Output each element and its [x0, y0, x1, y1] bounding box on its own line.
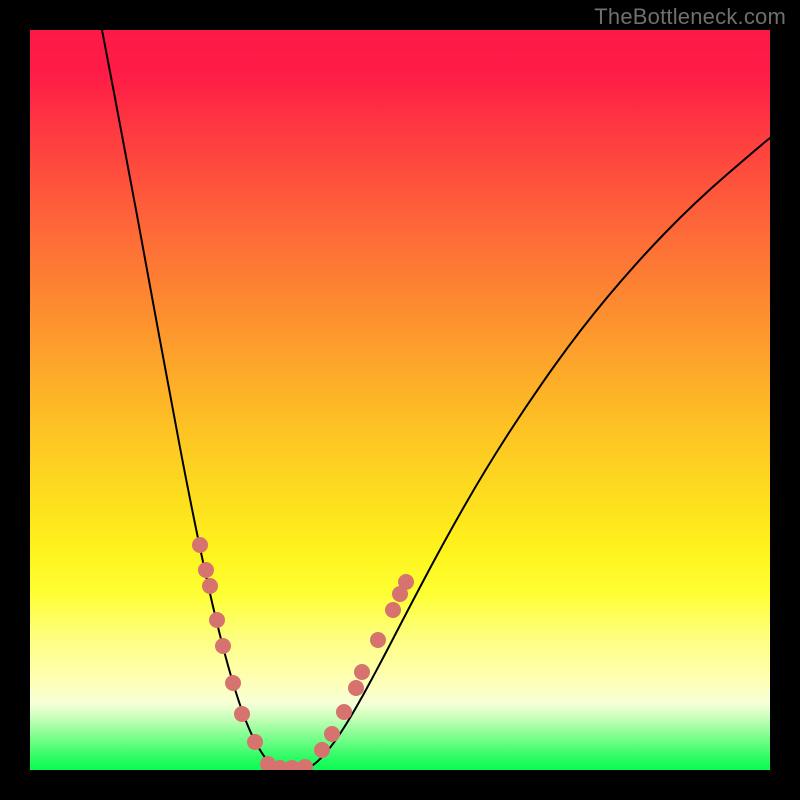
right-curve [305, 138, 770, 770]
dot-left-2 [202, 578, 218, 594]
dot-left-3 [209, 612, 225, 628]
dot-left-6 [234, 706, 250, 722]
dot-right-1 [324, 726, 340, 742]
plot-area [30, 30, 770, 770]
dot-right-5 [370, 632, 386, 648]
dot-left-5 [225, 675, 241, 691]
watermark-label: TheBottleneck.com [594, 4, 786, 30]
chart-svg [30, 30, 770, 770]
stage: TheBottleneck.com [0, 0, 800, 800]
dot-left-4 [215, 638, 231, 654]
left-curve [102, 30, 282, 770]
dot-right-0 [314, 742, 330, 758]
dot-right-3 [348, 680, 364, 696]
dot-right-4 [354, 664, 370, 680]
dot-left-1 [198, 562, 214, 578]
dot-right-6 [385, 602, 401, 618]
dots-layer [192, 537, 414, 770]
dot-bottom-3 [297, 759, 313, 770]
dot-right-8 [398, 574, 414, 590]
dot-left-0 [192, 537, 208, 553]
dot-left-7 [247, 734, 263, 750]
dot-right-2 [336, 704, 352, 720]
